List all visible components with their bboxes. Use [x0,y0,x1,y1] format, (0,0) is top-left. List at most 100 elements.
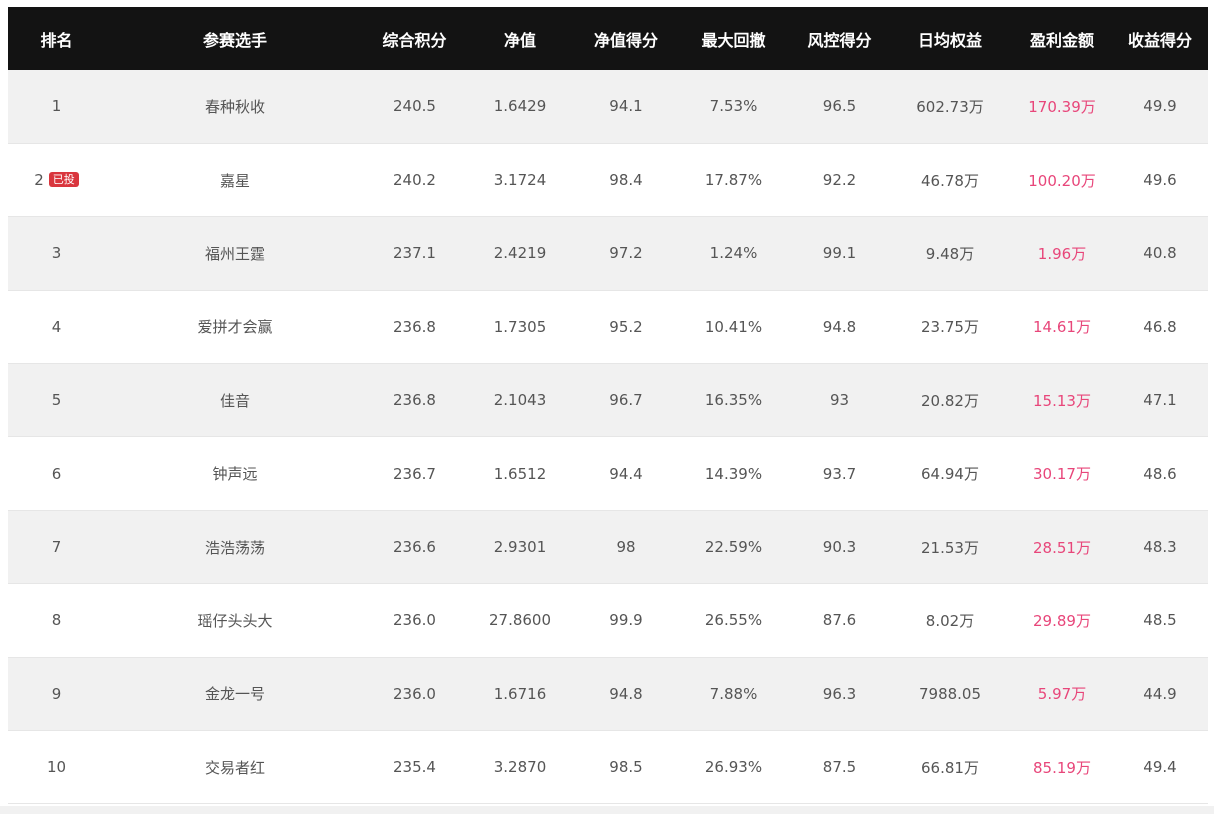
max-drawdown-cell: 14.39% [704,464,763,483]
rank-number: 2 [34,171,44,190]
player-name-cell[interactable]: 瑶仔头头大 [105,584,365,657]
header-player[interactable]: 参赛选手 [105,7,365,70]
header-row: 排名 参赛选手 综合积分 净值 净值得分 最大回撤 风控得分 日均权益 盈利金额… [8,7,1208,70]
total-score-cell: 236.8 [393,391,436,410]
total-score-cell: 236.8 [393,317,436,336]
nav-score-cell: 97.2 [609,244,643,263]
profit-cell: 85.19万 [1033,758,1091,777]
nav-score-cell: 96.7 [609,391,643,410]
nav-score-cell: 98.5 [609,758,643,777]
player-name-cell[interactable]: 福州王霆 [105,217,365,290]
header-nav[interactable]: 净值 [464,7,576,70]
max-drawdown-cell: 7.88% [709,684,758,703]
daily-equity-cell: 602.73万 [916,97,984,116]
max-drawdown-cell: 10.41% [704,317,763,336]
next-row-partial [0,806,1214,814]
rank-cell: 4 [8,290,105,363]
table-row[interactable]: 4 爱拼才会赢 236.8 1.7305 95.2 10.41% 94.8 23.75万 14.… [8,290,1208,364]
header-return-score[interactable]: 收益得分 [1112,7,1208,70]
table-row[interactable]: 6 钟声远 236.7 1.6512 94.4 14.39% 93.7 64.94万 30.17… [8,436,1208,511]
profit-cell: 30.17万 [1033,465,1091,484]
profit-cell: 14.61万 [1033,318,1091,337]
return-score-cell: 48.5 [1143,611,1177,630]
risk-score-cell: 93 [829,391,850,410]
header-profit[interactable]: 盈利金额 [1012,7,1112,70]
table-row[interactable]: 1 春种秋收 240.5 1.6429 94.1 7.53% 96.5 602.73万 170.… [8,70,1208,144]
player-name-cell[interactable]: 佳音 [105,364,365,437]
header-risk-score[interactable]: 风控得分 [791,7,888,70]
daily-equity-cell: 9.48万 [925,244,975,263]
table-row[interactable]: 3 福州王霆 237.1 2.4219 97.2 1.24% 99.1 9.48万 1.96万 4… [8,216,1208,291]
risk-score-cell: 87.5 [822,758,857,777]
player-name-cell[interactable]: 爱拼才会赢 [105,290,365,363]
header-nav-score[interactable]: 净值得分 [576,7,676,70]
risk-score-cell: 92.2 [822,171,857,190]
risk-score-cell: 90.3 [822,538,857,557]
table-body: 1 春种秋收 240.5 1.6429 94.1 7.53% 96.5 602.73万 170.… [8,70,1208,804]
nav-score-cell: 94.1 [609,97,643,116]
table-row[interactable]: 8 瑶仔头头大 236.0 27.8600 99.9 26.55% 87.6 8.02万 29.… [8,583,1208,658]
return-score-cell: 48.3 [1143,538,1177,557]
max-drawdown-cell: 16.35% [704,391,763,410]
daily-equity-cell: 8.02万 [925,611,975,630]
max-drawdown-cell: 26.93% [704,758,763,777]
nav-cell: 3.2870 [493,758,547,777]
player-name-cell[interactable]: 嘉星 [105,143,365,216]
rank-number: 9 [51,684,62,703]
rank-number: 5 [51,391,62,410]
total-score-cell: 237.1 [393,244,436,263]
table-row[interactable]: 9 金龙一号 236.0 1.6716 94.8 7.88% 96.3 7988.05 5.97… [8,657,1208,731]
daily-equity-cell: 7988.05 [918,684,982,703]
profit-cell: 29.89万 [1033,611,1091,630]
player-name-cell[interactable]: 浩浩荡荡 [105,510,365,583]
total-score-cell: 236.6 [393,538,436,557]
rank-cell: 7 [8,510,105,583]
return-score-cell: 47.1 [1143,391,1177,410]
player-name-cell[interactable]: 金龙一号 [105,657,365,730]
total-score-cell: 235.4 [393,758,436,777]
daily-equity-cell: 21.53万 [921,538,979,557]
max-drawdown-cell: 17.87% [704,171,763,190]
rank-cell: 1 [8,70,105,143]
nav-cell: 1.6716 [493,684,547,703]
rank-cell: 9 [8,657,105,730]
table-header: 排名 参赛选手 综合积分 净值 净值得分 最大回撤 风控得分 日均权益 盈利金额… [8,7,1208,70]
profit-cell: 100.20万 [1028,171,1096,190]
header-total-score[interactable]: 综合积分 [365,7,464,70]
risk-score-cell: 96.5 [822,97,857,116]
invested-badge: 已投 [48,172,79,188]
profit-cell: 5.97万 [1037,685,1087,704]
player-name-cell[interactable]: 交易者红 [105,731,365,804]
rank-cell: 8 [8,584,105,657]
leaderboard-table: 排名 参赛选手 综合积分 净值 净值得分 最大回撤 风控得分 日均权益 盈利金额… [8,7,1208,804]
max-drawdown-cell: 22.59% [704,538,763,557]
rank-cell: 3 [8,217,105,290]
return-score-cell: 49.4 [1143,758,1177,777]
max-drawdown-cell: 1.24% [709,244,758,263]
table-row[interactable]: 10 交易者红 235.4 3.2870 98.5 26.93% 87.5 66.81万 85.… [8,730,1208,804]
rank-number: 7 [51,538,62,557]
return-score-cell: 44.9 [1143,684,1177,703]
player-name-cell[interactable]: 春种秋收 [105,70,365,143]
rank-number: 10 [46,758,67,777]
rank-cell: 10 [8,731,105,804]
nav-cell: 1.7305 [493,317,547,336]
risk-score-cell: 96.3 [822,684,857,703]
daily-equity-cell: 46.78万 [921,171,979,190]
header-max-drawdown[interactable]: 最大回撤 [676,7,791,70]
profit-cell: 15.13万 [1033,391,1091,410]
return-score-cell: 48.6 [1143,464,1177,483]
table-row[interactable]: 2 已投 嘉星 240.2 3.1724 98.4 17.87% 92.2 46.78万 100.… [8,143,1208,217]
player-name-cell[interactable]: 钟声远 [105,437,365,510]
nav-cell: 2.4219 [493,244,547,263]
daily-equity-cell: 64.94万 [921,465,979,484]
table-row[interactable]: 5 佳音 236.8 2.1043 96.7 16.35% 93 20.82万 15.13万 47… [8,363,1208,437]
table-row[interactable]: 7 浩浩荡荡 236.6 2.9301 98 22.59% 90.3 21.53万 28.51万… [8,510,1208,584]
nav-score-cell: 99.9 [609,611,643,630]
header-daily-equity[interactable]: 日均权益 [888,7,1012,70]
nav-cell: 1.6512 [493,464,547,483]
daily-equity-cell: 66.81万 [921,758,979,777]
rank-number: 1 [51,97,62,116]
header-rank[interactable]: 排名 [8,7,105,70]
nav-score-cell: 95.2 [609,317,643,336]
